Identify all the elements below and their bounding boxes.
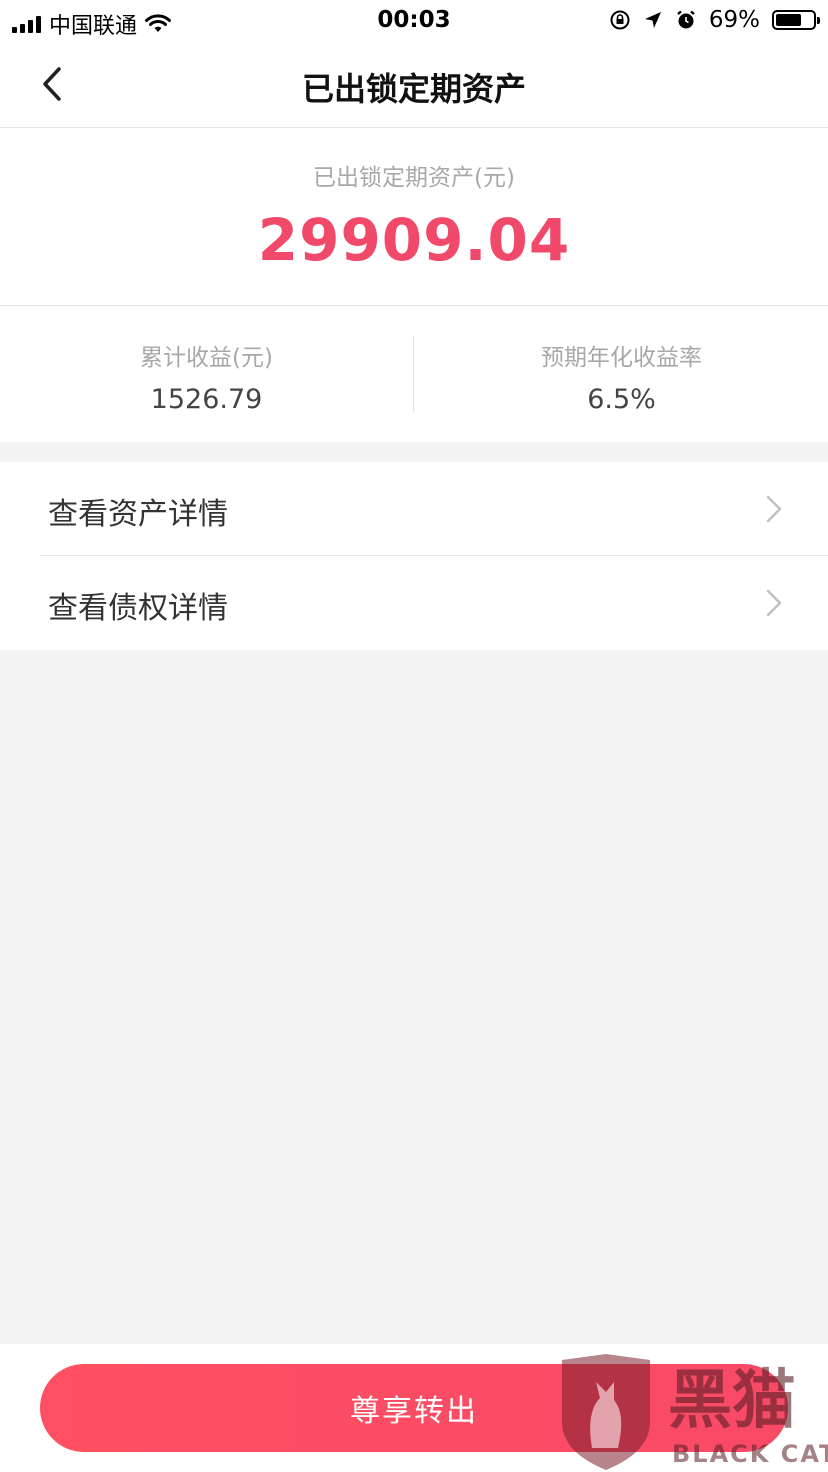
stats-row: 累计收益(元) 1526.79 预期年化收益率 6.5% xyxy=(0,306,828,442)
stat-label: 预期年化收益率 xyxy=(541,345,702,371)
stat-value: 1526.79 xyxy=(150,384,263,415)
bottom-action-bar: 尊享转出 xyxy=(0,1344,828,1472)
navigation-bar: 已出锁定期资产 xyxy=(0,42,828,128)
menu-list: 查看资产详情 查看债权详情 xyxy=(0,462,828,650)
stat-divider xyxy=(413,336,414,412)
summary-label: 已出锁定期资产(元) xyxy=(313,165,515,191)
menu-item-asset-details[interactable]: 查看资产详情 xyxy=(0,462,828,556)
menu-item-claim-details[interactable]: 查看债权详情 xyxy=(0,556,828,650)
stat-label: 累计收益(元) xyxy=(140,345,273,371)
menu-item-label: 查看资产详情 xyxy=(48,497,228,532)
status-bar-right: 69% xyxy=(609,7,820,33)
menu-item-label: 查看债权详情 xyxy=(48,591,228,626)
chevron-right-icon xyxy=(766,589,782,617)
location-icon xyxy=(644,12,661,28)
battery-percent: 69% xyxy=(708,7,760,33)
stat-cumulative-earnings: 累计收益(元) 1526.79 xyxy=(0,306,413,442)
battery-icon xyxy=(772,10,820,30)
summary-amount: 29909.04 xyxy=(257,206,571,274)
chevron-right-icon xyxy=(766,495,782,523)
battery-level xyxy=(776,14,801,26)
asset-summary: 已出锁定期资产(元) 29909.04 xyxy=(0,128,828,306)
transfer-out-button[interactable]: 尊享转出 xyxy=(40,1364,788,1452)
page-title: 已出锁定期资产 xyxy=(301,70,526,108)
stat-annual-rate: 预期年化收益率 6.5% xyxy=(415,306,828,442)
stat-value: 6.5% xyxy=(587,384,656,415)
alarm-icon xyxy=(677,10,695,29)
status-bar: 中国联通 00:03 69% xyxy=(0,0,828,42)
rotation-lock-icon xyxy=(610,10,630,30)
